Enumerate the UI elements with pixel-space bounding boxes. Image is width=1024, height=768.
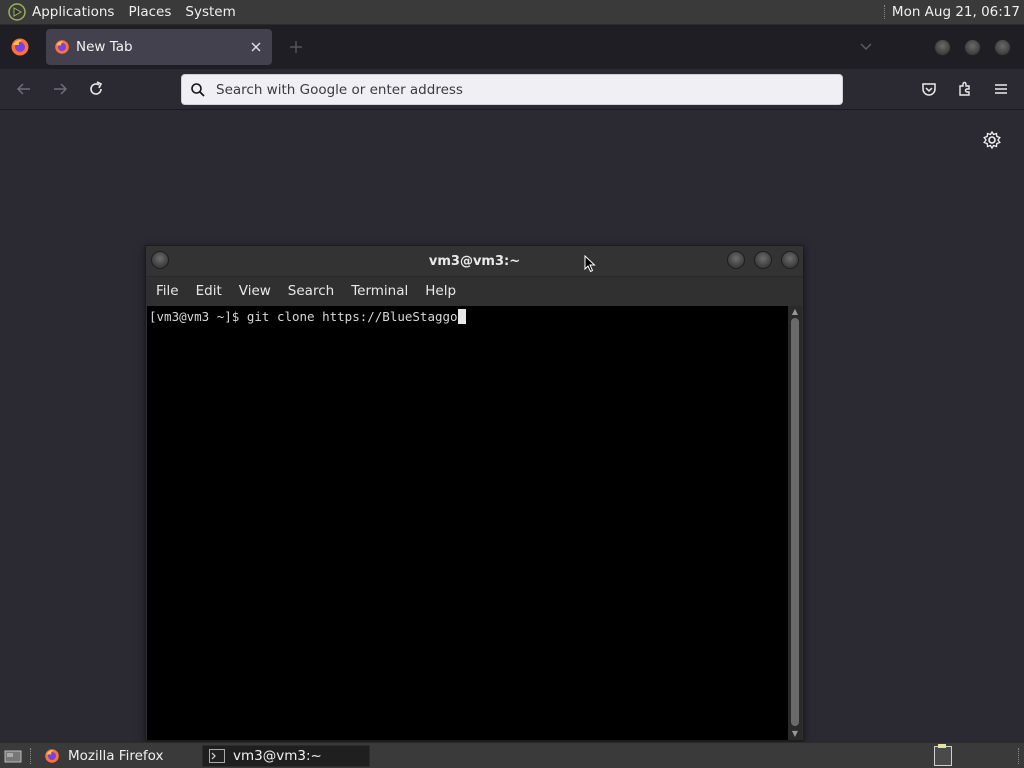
terminal-menu[interactable]: Terminal (344, 283, 415, 299)
gear-icon[interactable] (982, 130, 1002, 150)
tab-title: New Tab (76, 39, 133, 55)
firefox-tab-bar: New Tab (0, 25, 1024, 69)
reload-icon (90, 81, 103, 95)
forward-button[interactable] (45, 74, 75, 104)
scrollbar-thumb[interactable] (791, 318, 799, 726)
forward-arrow-icon (54, 83, 68, 95)
edit-menu[interactable]: Edit (189, 283, 229, 299)
hamburger-icon (995, 84, 1007, 94)
new-tab-button[interactable] (282, 33, 310, 61)
workspace-switcher[interactable] (932, 743, 954, 767)
firefox-nav-bar (0, 69, 1024, 110)
close-tab-icon[interactable] (248, 39, 264, 55)
tab-new-tab[interactable]: New Tab (46, 29, 272, 65)
terminal-minimize-button[interactable] (727, 251, 745, 269)
back-button[interactable] (9, 74, 39, 104)
command-input[interactable]: git clone https://BlueStaggo (247, 309, 458, 324)
terminal-output[interactable]: [vm3@vm3 ~]$ git clone https://BlueStagg… (147, 306, 789, 740)
pocket-icon (922, 83, 936, 96)
terminal-scrollbar[interactable]: ▲ ▼ (788, 306, 802, 740)
terminal-icon (209, 748, 225, 763)
reload-button[interactable] (81, 74, 111, 104)
clock[interactable]: Mon Aug 21, 06:17 (892, 4, 1024, 20)
scroll-up-icon[interactable]: ▲ (790, 307, 800, 317)
bottom-panel: Mozilla Firefox vm3@vm3:~ (0, 742, 1024, 768)
panel-separator (883, 5, 886, 19)
terminal-titlebar[interactable]: vm3@vm3:~ (146, 246, 803, 277)
app-menu-button[interactable] (986, 74, 1016, 104)
distro-logo-icon[interactable] (6, 1, 28, 23)
taskbar-item-firefox[interactable]: Mozilla Firefox (38, 745, 202, 767)
search-icon (191, 82, 205, 97)
system-menu[interactable]: System (178, 4, 242, 20)
taskbar-label: Mozilla Firefox (68, 747, 164, 764)
close-window-button[interactable] (994, 38, 1011, 56)
extensions-button[interactable] (950, 74, 980, 104)
show-desktop-icon[interactable] (2, 746, 24, 766)
list-all-tabs-icon[interactable] (854, 35, 878, 59)
terminal-title: vm3@vm3:~ (428, 253, 521, 269)
terminal-window[interactable]: vm3@vm3:~ File Edit View Search Terminal… (145, 245, 804, 741)
maximize-button[interactable] (964, 38, 981, 56)
view-menu[interactable]: View (232, 283, 278, 299)
url-bar[interactable] (181, 74, 843, 105)
terminal-menubar: File Edit View Search Terminal Help (146, 277, 803, 305)
firefox-icon (44, 748, 60, 764)
places-menu[interactable]: Places (121, 4, 178, 20)
firefox-view-icon[interactable] (0, 25, 40, 69)
taskbar-label: vm3@vm3:~ (233, 747, 322, 764)
search-menu[interactable]: Search (281, 283, 341, 299)
panel-separator (1018, 747, 1020, 764)
applications-menu[interactable]: Applications (28, 4, 121, 20)
terminal-maximize-button[interactable] (754, 251, 772, 269)
top-panel: Applications Places System Mon Aug 21, 0… (0, 0, 1024, 25)
minimize-button[interactable] (934, 38, 951, 56)
pocket-button[interactable] (914, 74, 944, 104)
scroll-down-icon[interactable]: ▼ (790, 729, 800, 739)
address-input[interactable] (214, 80, 842, 99)
window-menu-button[interactable] (151, 251, 169, 269)
mouse-pointer-icon (584, 255, 596, 273)
shell-prompt: [vm3@vm3 ~]$ (149, 309, 247, 324)
file-menu[interactable]: File (149, 283, 186, 299)
terminal-close-button[interactable] (781, 251, 799, 269)
taskbar-item-terminal[interactable]: vm3@vm3:~ (202, 744, 370, 767)
text-cursor (457, 309, 466, 324)
help-menu[interactable]: Help (418, 283, 463, 299)
taskbar-separator (30, 747, 32, 764)
workspace-icon (934, 743, 952, 766)
back-arrow-icon (16, 83, 30, 95)
puzzle-icon (959, 81, 970, 96)
firefox-icon (54, 39, 70, 55)
